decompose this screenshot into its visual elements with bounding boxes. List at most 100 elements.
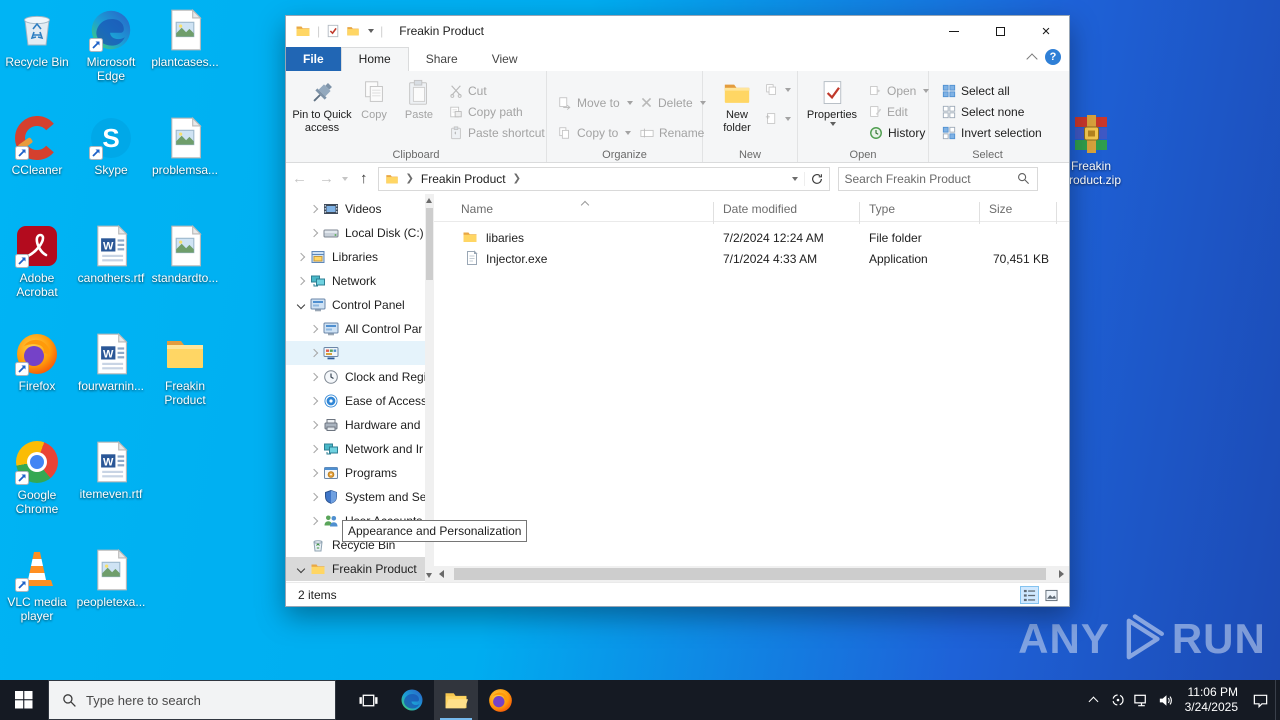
minimize-button[interactable] [931, 16, 977, 46]
desktop-icon-adobe-acrobat[interactable]: Adobe Acrobat [0, 224, 74, 299]
desktop-icon-problemsa[interactable]: problemsa... [148, 116, 222, 177]
help-icon[interactable]: ? [1045, 49, 1061, 65]
recent-locations-icon[interactable] [342, 176, 348, 181]
new-item-button[interactable] [765, 108, 791, 129]
scroll-left-icon[interactable] [439, 570, 444, 578]
taskbar-firefox-button[interactable] [478, 680, 522, 720]
desktop-icon-freakin-product-folder[interactable]: Freakin Product [148, 332, 222, 407]
scroll-up-icon[interactable] [426, 198, 432, 203]
rename-button[interactable]: Rename [635, 122, 711, 143]
scrollbar-thumb[interactable] [426, 208, 433, 280]
column-header-name[interactable]: Name [461, 202, 493, 216]
column-header-date-modified[interactable]: Date modified [723, 202, 797, 216]
chevron-down-icon[interactable] [294, 566, 308, 572]
large-icons-view-button[interactable] [1042, 586, 1061, 604]
scroll-down-icon[interactable] [426, 573, 432, 578]
tree-item-network-internet[interactable]: Network and Ir [286, 437, 434, 461]
delete-button[interactable]: Delete [635, 92, 711, 113]
action-center-icon[interactable] [1245, 680, 1275, 720]
forward-button[interactable]: → [313, 171, 340, 186]
move-to-button[interactable]: Move to [553, 92, 638, 113]
history-button[interactable]: History [864, 122, 934, 143]
desktop-icon-peopletexa[interactable]: peopletexa... [74, 548, 148, 609]
easy-access-button[interactable] [765, 79, 791, 100]
desktop-icon-recycle-bin[interactable]: Recycle Bin [0, 8, 74, 69]
tree-item-libraries[interactable]: Libraries [286, 245, 434, 269]
tray-app-icon[interactable] [1106, 680, 1130, 720]
tab-share[interactable]: Share [409, 48, 475, 71]
edit-button[interactable]: Edit [864, 101, 934, 122]
invert-selection-button[interactable]: Invert selection [937, 122, 1047, 143]
tray-clock[interactable]: 11:06 PM 3/24/2025 [1178, 685, 1245, 715]
tree-item-programs[interactable]: Programs [286, 461, 434, 485]
back-button[interactable]: ← [286, 171, 313, 186]
breadcrumb[interactable]: Freakin Product [421, 172, 506, 186]
desktop-icon-standardto[interactable]: standardto... [148, 224, 222, 285]
show-desktop-button[interactable] [1275, 680, 1280, 720]
start-button[interactable] [0, 680, 48, 720]
tree-item-clock-region[interactable]: Clock and Regi [286, 365, 434, 389]
taskbar-file-explorer-button[interactable] [434, 680, 478, 720]
chevron-right-icon[interactable] [294, 254, 308, 260]
chevron-right-icon[interactable] [294, 278, 308, 284]
horizontal-scrollbar[interactable] [434, 566, 1069, 582]
chevron-down-icon[interactable] [294, 302, 308, 308]
chevron-right-icon[interactable] [307, 374, 321, 380]
desktop-icon-ccleaner[interactable]: CCleaner [0, 116, 74, 177]
qat-dropdown-icon[interactable] [368, 29, 375, 33]
taskbar-search[interactable]: Type here to search [48, 680, 336, 720]
desktop-icon-fourwarnin[interactable]: W fourwarnin... [74, 332, 148, 393]
network-icon[interactable] [1130, 680, 1154, 720]
qat-properties-icon[interactable] [326, 24, 340, 38]
tree-item-control-panel[interactable]: Control Panel [286, 293, 434, 317]
chevron-right-icon[interactable] [307, 326, 321, 332]
open-button[interactable]: Open [864, 80, 934, 101]
tree-item-local-disk-c[interactable]: Local Disk (C:) [286, 221, 434, 245]
chevron-right-icon[interactable] [307, 470, 321, 476]
select-none-button[interactable]: Select none [937, 101, 1047, 122]
chevron-right-icon[interactable] [307, 398, 321, 404]
details-view-button[interactable] [1020, 586, 1039, 604]
pin-to-quick-access-button[interactable]: Pin to Quick access [292, 74, 352, 135]
properties-button[interactable]: Properties [804, 74, 860, 126]
desktop-icon-firefox[interactable]: Firefox [0, 332, 74, 393]
volume-icon[interactable] [1154, 680, 1178, 720]
select-all-button[interactable]: Select all [937, 80, 1047, 101]
chevron-right-icon[interactable] [307, 518, 321, 524]
copy-to-button[interactable]: Copy to [553, 122, 638, 143]
tab-home[interactable]: Home [340, 47, 409, 71]
scroll-right-icon[interactable] [1059, 570, 1064, 578]
tree-item-appearance-personalization[interactable] [286, 341, 434, 365]
chevron-right-icon[interactable] [307, 230, 321, 236]
paste-button[interactable]: Paste [396, 74, 442, 135]
tree-item-freakin-product[interactable]: Freakin Product [286, 557, 434, 581]
refresh-icon[interactable] [803, 171, 829, 186]
tree-item-all-control-panel[interactable]: All Control Par [286, 317, 434, 341]
scrollbar-thumb[interactable] [454, 568, 1046, 580]
desktop-icon-itemeven-rtf[interactable]: W itemeven.rtf [74, 440, 148, 501]
tree-item-videos[interactable]: Videos [286, 197, 434, 221]
desktop-icon-google-chrome[interactable]: Google Chrome [0, 440, 74, 516]
chevron-right-icon[interactable] [307, 350, 321, 356]
up-button[interactable]: ↑ [350, 171, 378, 186]
column-header-type[interactable]: Type [869, 202, 895, 216]
desktop-icon-skype[interactable]: S Skype [74, 116, 148, 177]
desktop-icon-canothers-rtf[interactable]: W canothers.rtf [74, 224, 148, 285]
tab-file[interactable]: File [286, 47, 341, 71]
chevron-right-icon[interactable] [307, 206, 321, 212]
taskbar-edge-button[interactable] [390, 680, 434, 720]
tree-item-network[interactable]: Network [286, 269, 434, 293]
column-header-size[interactable]: Size [989, 202, 1012, 216]
cut-button[interactable]: Cut [444, 80, 550, 101]
desktop-icon-plantcases[interactable]: plantcases... [148, 8, 222, 69]
file-row-injector-exe[interactable]: Injector.exe 7/1/2024 4:33 AM Applicatio… [434, 248, 1049, 269]
breadcrumb-separator[interactable]: ❯ [513, 173, 521, 184]
copy-path-button[interactable]: Copy path [444, 101, 550, 122]
file-row-libaries[interactable]: libaries 7/2/2024 12:24 AM File folder [434, 227, 1049, 248]
new-folder-button[interactable]: New folder [711, 74, 763, 135]
chevron-right-icon[interactable] [307, 446, 321, 452]
qat-new-folder-icon[interactable] [346, 24, 360, 38]
copy-button[interactable]: Copy [352, 74, 396, 135]
collapse-ribbon-icon[interactable] [1026, 53, 1038, 65]
desktop-icon-vlc[interactable]: VLC media player [0, 548, 74, 623]
